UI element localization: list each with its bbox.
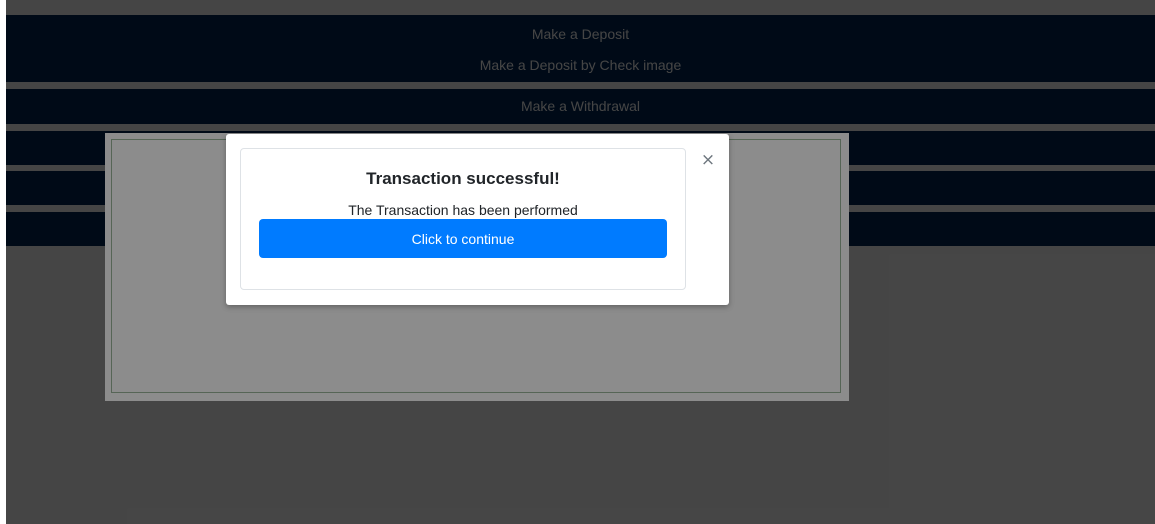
dialog-card: Transaction successful! The Transaction …	[240, 148, 686, 290]
dialog-title: Transaction successful!	[366, 169, 560, 188]
dialog-message: The Transaction has been performed	[348, 202, 578, 218]
app-viewport: Make a Deposit Make a Deposit by Check i…	[6, 0, 1155, 524]
close-icon[interactable]: ×	[700, 150, 716, 170]
continue-button[interactable]: Click to continue	[259, 219, 667, 258]
success-dialog: Transaction successful! The Transaction …	[226, 134, 729, 305]
